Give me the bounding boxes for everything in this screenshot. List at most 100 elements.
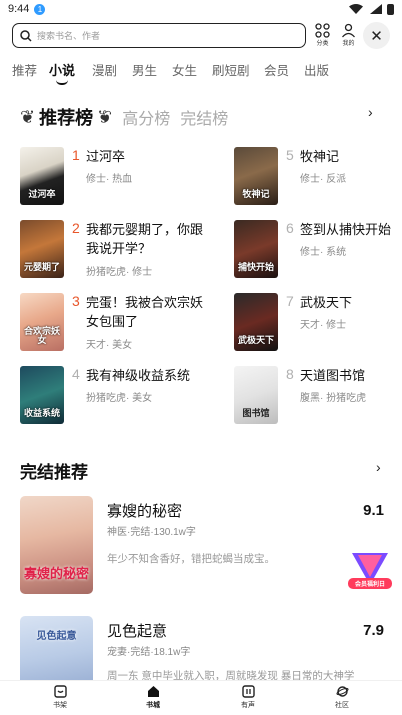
rank-number: 7 xyxy=(286,293,294,309)
bottom-nav: 书架 书城 有声 社区 xyxy=(0,680,402,715)
rank-book-6[interactable]: 捕快开始 6 签到从捕快开始 修士· 系统 xyxy=(234,220,402,282)
rank-book-1[interactable]: 过河卒 1 过河卒 修士· 热血 xyxy=(20,147,200,209)
rank-book-4[interactable]: 收益系统 4 我有神级收益系统 扮猪吃虎· 美女 xyxy=(20,366,200,428)
book-cover: 合欢宗妖女 xyxy=(20,293,64,351)
grid-icon xyxy=(315,23,330,38)
book-description: 年少不知含香好，错把蛇蝎当成宝。 xyxy=(107,553,275,565)
planet-icon xyxy=(335,686,349,697)
book-cover: 捕快开始 xyxy=(234,220,278,278)
notification-badge: 1 xyxy=(34,3,46,15)
nav-label: 书城 xyxy=(146,702,160,709)
rank-book-7[interactable]: 武极天下 7 武极天下 天才· 修士 xyxy=(234,293,402,355)
book-meta: 宠妻·完结·18.1w字 xyxy=(107,647,191,658)
book-tags: 修士· 热血 xyxy=(86,174,133,185)
promo-label: 会员福利日 xyxy=(354,582,385,588)
book-cover: 寡嫂的秘密 xyxy=(20,496,93,594)
close-button[interactable]: ✕ xyxy=(363,22,390,49)
finished-more-icon[interactable]: › xyxy=(376,459,381,475)
book-cover: 图书馆 xyxy=(234,366,278,424)
book-tags: 修士· 反派 xyxy=(300,174,347,185)
nav-bookstore[interactable]: 书城 xyxy=(133,685,173,710)
book-score: 9.1 xyxy=(363,502,384,519)
book-title: 牧神记 xyxy=(300,149,340,164)
book-score: 7.9 xyxy=(363,622,384,639)
profile-button[interactable]: 我的 xyxy=(341,23,356,47)
signal-icon xyxy=(370,4,382,14)
tab-short-drama[interactable]: 刷短剧 xyxy=(212,60,250,79)
status-bar: 9:44 1 xyxy=(0,0,402,18)
book-cover: 过河卒 xyxy=(20,147,64,205)
ranking-more-icon[interactable]: › xyxy=(368,104,373,120)
user-icon xyxy=(342,23,355,38)
status-time: 9:44 xyxy=(8,3,30,15)
nav-label: 社区 xyxy=(335,702,349,709)
category-button[interactable]: 分类 xyxy=(315,23,330,47)
nav-audio[interactable]: 有声 xyxy=(228,685,268,710)
book-tags: 天才· 修士 xyxy=(300,320,347,331)
bookshelf-icon xyxy=(53,685,67,698)
rank-book-8[interactable]: 图书馆 8 天道图书馆 腹黑· 扮猪吃虎 xyxy=(234,366,402,428)
book-title: 我都元婴期了，你跟我说开学？ xyxy=(86,222,204,256)
laurel-left-icon: ❦ xyxy=(20,106,36,127)
book-meta: 神医·完结·130.1w字 xyxy=(107,527,196,538)
category-label: 分类 xyxy=(316,41,329,47)
rank-number: 1 xyxy=(72,147,80,163)
ranking-header: ❦ 推荐榜 ❦ 高分榜 完结榜 xyxy=(20,104,228,130)
rank-number: 4 xyxy=(72,366,80,382)
search-bar[interactable] xyxy=(12,23,306,48)
audio-icon xyxy=(241,685,255,698)
rank-book-3[interactable]: 合欢宗妖女 3 完蛋！我被合欢宗妖女包围了 天才· 美女 xyxy=(20,293,203,355)
tab-comic-drama[interactable]: 漫剧 xyxy=(92,60,117,79)
nav-community[interactable]: 社区 xyxy=(322,685,362,710)
book-tags: 修士· 系统 xyxy=(300,247,347,258)
finished-book-2[interactable]: 见色起意 见色起意 宠妻·完结·18.1w字 周一东 意中毕业就入职，周就晓发现… xyxy=(20,616,390,682)
book-title: 我有神级收益系统 xyxy=(86,368,191,383)
profile-label: 我的 xyxy=(342,41,355,47)
tab-female[interactable]: 女生 xyxy=(172,60,197,79)
rank-number: 2 xyxy=(72,220,80,236)
battery-icon xyxy=(387,3,394,15)
book-title: 签到从捕快开始 xyxy=(300,222,392,237)
tab-publish[interactable]: 出版 xyxy=(304,60,329,79)
book-tags: 扮猪吃虎· 美女 xyxy=(86,393,153,404)
book-tags: 腹黑· 扮猪吃虎 xyxy=(300,393,367,404)
book-title: 过河卒 xyxy=(86,149,126,164)
rank-book-2[interactable]: 元婴期了 2 我都元婴期了，你跟我说开学？ 扮猪吃虎· 修士 xyxy=(20,220,203,282)
book-cover: 收益系统 xyxy=(20,366,64,424)
tab-male[interactable]: 男生 xyxy=(132,60,157,79)
rank-number: 6 xyxy=(286,220,294,236)
book-tags: 扮猪吃虎· 修士 xyxy=(86,267,153,278)
book-title: 寡嫂的秘密 xyxy=(107,503,183,520)
book-title: 天道图书馆 xyxy=(300,368,366,383)
tab-recommend[interactable]: 推荐 xyxy=(12,60,37,79)
home-icon xyxy=(147,686,159,697)
book-tags: 天才· 美女 xyxy=(86,340,133,351)
rank-number: 5 xyxy=(286,147,294,163)
book-title: 完蛋！我被合欢宗妖女包围了 xyxy=(86,295,204,329)
tab-recommend-rank[interactable]: 推荐榜 xyxy=(39,104,93,130)
search-icon xyxy=(20,29,32,42)
promo-badge[interactable]: 会员福利日 xyxy=(346,545,394,593)
rank-number: 3 xyxy=(72,293,80,309)
book-cover: 武极天下 xyxy=(234,293,278,351)
nav-label: 书架 xyxy=(53,702,67,709)
active-tab-indicator xyxy=(56,80,68,85)
status-icons xyxy=(349,3,394,15)
book-title: 武极天下 xyxy=(300,295,353,310)
finished-section-title: 完结推荐 xyxy=(20,463,88,482)
book-cover: 元婴期了 xyxy=(20,220,64,278)
tab-high-score-rank[interactable]: 高分榜 xyxy=(122,105,170,129)
close-icon: ✕ xyxy=(370,27,383,45)
search-input[interactable] xyxy=(37,30,277,41)
tab-vip[interactable]: 会员 xyxy=(264,60,289,79)
rank-book-5[interactable]: 牧神记 5 牧神记 修士· 反派 xyxy=(234,147,402,209)
book-title: 见色起意 xyxy=(107,623,168,640)
finished-book-1[interactable]: 寡嫂的秘密 寡嫂的秘密 神医·完结·130.1w字 年少不知含香好，错把蛇蝎当成… xyxy=(20,496,390,594)
book-cover: 牧神记 xyxy=(234,147,278,205)
rank-number: 8 xyxy=(286,366,294,382)
laurel-right-icon: ❦ xyxy=(97,106,113,127)
nav-bookshelf[interactable]: 书架 xyxy=(40,685,80,710)
tab-novel[interactable]: 小说 xyxy=(49,60,75,79)
wifi-icon xyxy=(349,4,363,14)
tab-finished-rank[interactable]: 完结榜 xyxy=(180,105,228,129)
